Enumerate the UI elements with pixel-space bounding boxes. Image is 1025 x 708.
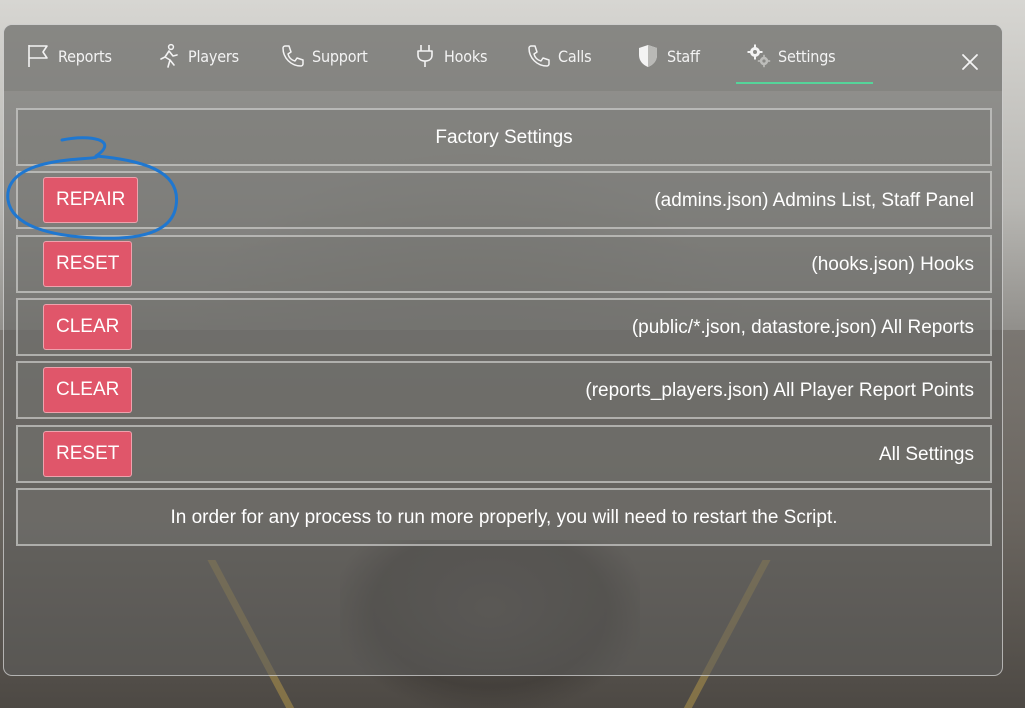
row-description: (public/*.json, datastore.json) All Repo…: [631, 317, 974, 338]
flag-icon: [26, 43, 52, 69]
clear-reports-button[interactable]: CLEAR: [43, 304, 133, 350]
tab-hooks[interactable]: Hooks: [412, 45, 488, 87]
tab-reports[interactable]: Reports: [26, 45, 112, 87]
reset-settings-button[interactable]: RESET: [43, 431, 133, 477]
row-description: (reports_players.json) All Player Report…: [585, 380, 974, 401]
tab-label: Settings: [778, 47, 836, 66]
tab-settings[interactable]: Settings: [735, 44, 875, 87]
row-description: All Settings: [878, 444, 974, 465]
settings-row-hooks: RESET (hooks.json) Hooks: [16, 235, 992, 293]
plug-icon: [412, 43, 438, 69]
phone-icon: [280, 43, 306, 69]
shield-icon: [635, 43, 661, 69]
phone-icon: [526, 43, 552, 69]
tab-players[interactable]: Players: [156, 43, 239, 87]
row-description: (admins.json) Admins List, Staff Panel: [654, 190, 974, 211]
tab-support[interactable]: Support: [280, 45, 368, 87]
factory-settings-header: Factory Settings: [16, 108, 992, 166]
settings-row-player-points: CLEAR (reports_players.json) All Player …: [16, 361, 992, 419]
admin-panel: Reports Players Support Hooks Calls Staf…: [3, 24, 1003, 676]
restart-notice-text: In order for any process to run more pro…: [170, 507, 838, 528]
tab-label: Calls: [558, 47, 592, 66]
settings-row-all-settings: RESET All Settings: [16, 425, 992, 483]
settings-row-reports: CLEAR (public/*.json, datastore.json) Al…: [16, 298, 992, 356]
top-navigation: Reports Players Support Hooks Calls Staf…: [4, 25, 1002, 91]
row-description: (hooks.json) Hooks: [811, 254, 974, 275]
clear-player-points-button[interactable]: CLEAR: [43, 367, 133, 413]
section-title: Factory Settings: [435, 127, 573, 148]
tab-label: Support: [312, 47, 368, 66]
tab-staff[interactable]: Staff: [635, 45, 700, 87]
tab-label: Staff: [667, 47, 700, 66]
tab-calls[interactable]: Calls: [526, 45, 592, 87]
tab-label: Hooks: [444, 47, 488, 66]
tab-label: Players: [188, 47, 239, 66]
tab-label: Reports: [58, 47, 112, 66]
close-icon: [959, 54, 981, 77]
repair-button[interactable]: REPAIR: [43, 177, 139, 223]
running-person-icon: [156, 43, 182, 69]
settings-row-admins: REPAIR (admins.json) Admins List, Staff …: [16, 171, 992, 229]
gears-icon: [746, 43, 772, 69]
restart-notice: In order for any process to run more pro…: [16, 488, 992, 546]
reset-hooks-button[interactable]: RESET: [43, 241, 133, 287]
close-button[interactable]: [959, 51, 981, 73]
